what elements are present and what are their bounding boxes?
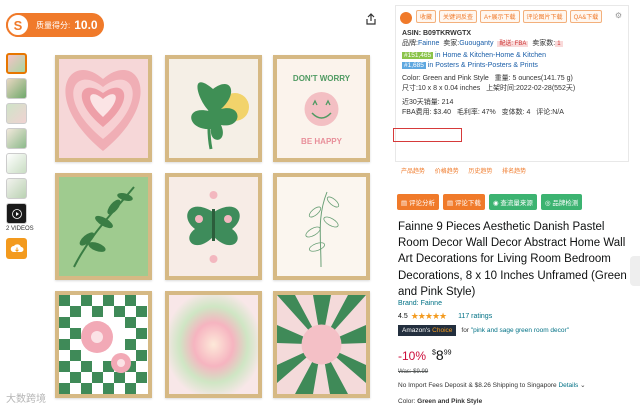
gear-icon[interactable]: ⚙ <box>615 11 622 20</box>
shipping-details-link[interactable]: Details <box>558 382 578 389</box>
thumbnail-1[interactable] <box>6 53 27 74</box>
fba-tag: 配送: FBA <box>497 41 529 47</box>
quality-score-badge[interactable]: S 质量得分: 10.0 <box>6 13 104 37</box>
brand-link[interactable]: Brand: Fainne <box>398 300 442 307</box>
poster-green-branch <box>55 173 152 280</box>
play-icon <box>11 208 22 219</box>
be-happy-text: BE HAPPY <box>301 137 343 146</box>
thumbnail-5[interactable] <box>6 153 27 174</box>
size-launch-line: 尺寸:10 x 8 x 0.04 inches 上架时间:2022-02-28(… <box>402 85 576 92</box>
price: $899 <box>432 347 452 363</box>
color-weight-line: Color: Green and Pink Style 重量: 5 ounces… <box>402 75 573 82</box>
product-title: Fainne 9 Pieces Aesthetic Danish Pastel … <box>398 221 627 298</box>
asin-line: ASIN: B09TKRWGTX <box>402 30 472 37</box>
color-selection: Color: Green and Pink Style <box>398 398 483 405</box>
poster-green-leaf <box>165 55 262 162</box>
quality-label: 质量得分: <box>36 20 71 30</box>
amazons-choice-row: Amazon's Choice for "pink and sage green… <box>398 325 569 336</box>
tool-button-row: 收藏 关键词反查 A+展示下载 评论图片下载 QA&下载 <box>396 6 628 27</box>
poster-line-botanical <box>273 173 370 280</box>
traffic-source-button[interactable]: ◉ 查流量来源 <box>488 194 537 210</box>
share-icon[interactable] <box>366 13 376 28</box>
review-analysis-button[interactable]: ▤ 评论分析 <box>397 194 439 210</box>
poster-dont-worry: DON'T WORRY BE HAPPY <box>273 55 370 162</box>
shipping-info: No Import Fees Deposit & $8.26 Shipping … <box>398 382 586 389</box>
product-page: S 质量得分: 10.0 2 VIDEOS DON'T WORRY BE HAP… <box>0 0 640 409</box>
thumbnail-strip: 2 VIDEOS <box>6 53 34 259</box>
trend-link-product[interactable]: 产品趋势 <box>401 169 425 175</box>
tool-info: ASIN: B09TKRWGTX 品牌:Fainne 卖家:Guouganty … <box>396 27 628 120</box>
review-download-button[interactable]: ▤ 评论下载 <box>442 194 485 210</box>
dont-worry-text: DON'T WORRY <box>293 74 351 83</box>
quality-score: 10.0 <box>74 18 98 32</box>
star-rating-icon[interactable]: ★★★★★ <box>411 311 447 322</box>
thumbnail-4[interactable] <box>6 128 27 149</box>
seller-link[interactable]: Guouganty <box>459 40 493 47</box>
thumbnail-3[interactable] <box>6 103 27 124</box>
poster-pink-heart <box>55 55 152 162</box>
chevron-down-icon[interactable]: ⌄ <box>580 382 585 389</box>
sellersprite-logo-icon: S <box>6 13 30 37</box>
tool-btn-favorite[interactable]: 收藏 <box>416 10 437 23</box>
video-thumbnail[interactable] <box>6 203 27 224</box>
tool-logo-icon <box>400 11 412 24</box>
scroll-handle[interactable] <box>630 256 640 286</box>
sales-highlight-box <box>393 128 462 142</box>
tool-btn-qa-download[interactable]: QA&下载 <box>569 10 603 23</box>
trend-link-rank[interactable]: 排名趋势 <box>502 169 526 175</box>
choice-query-link[interactable]: "pink and sage green room decor" <box>471 327 569 334</box>
trend-links: 产品趋势 价格趋势 历史趋势 排名趋势 <box>401 166 534 175</box>
rating-value: 4.5 <box>398 313 408 320</box>
rank-line-1: #151,465 in Home & Kitchen-Home & Kitche… <box>402 52 546 59</box>
price-row: -10% $899 <box>398 347 452 363</box>
thumbnail-6[interactable] <box>6 178 27 199</box>
was-price: Was: $9.99 <box>398 369 429 375</box>
fee-line: FBA费用: $3.40 毛利率: 47% 变体数: 4 评论:N/A <box>402 109 564 116</box>
tool-btn-review-images[interactable]: 评论图片下载 <box>522 10 567 23</box>
tool-btn-keyword-reverse[interactable]: 关键词反查 <box>439 10 478 23</box>
poster-checker-flowers <box>55 291 152 398</box>
watermark: 大数跨境 <box>6 394 46 405</box>
ratings-count-link[interactable]: 117 ratings <box>458 313 492 320</box>
poster-green-burst <box>273 291 370 398</box>
rank2-category-link[interactable]: in Posters & Prints-Posters & Prints <box>428 62 538 69</box>
cloud-download-icon[interactable] <box>6 238 27 259</box>
rank1-category-link[interactable]: in Home & Kitchen-Home & Kitchen <box>435 52 546 59</box>
trend-link-history[interactable]: 历史趋势 <box>468 169 492 175</box>
amazons-choice-badge: Amazon's Choice <box>398 325 457 336</box>
poster-butterfly <box>165 173 262 280</box>
tool-btn-aplus-download[interactable]: A+展示下载 <box>480 10 520 23</box>
brand-seller-line: 品牌:Fainne 卖家:Guouganty 配送: FBA 卖家数: 1 <box>402 40 563 47</box>
brand-check-button[interactable]: ◎ 品牌检测 <box>540 194 583 210</box>
videos-count-label: 2 VIDEOS <box>6 226 34 232</box>
brand-link[interactable]: Fainne <box>418 40 439 47</box>
poster-pink-gradient <box>165 291 262 398</box>
rank-line-2: #1,685 in Posters & Prints-Posters & Pri… <box>402 62 538 69</box>
sales-30-days: 近30天销量: 214 <box>402 99 454 106</box>
discount-percent: -10% <box>398 349 427 363</box>
main-product-image[interactable]: DON'T WORRY BE HAPPY <box>55 55 383 400</box>
thumbnail-2[interactable] <box>6 78 27 99</box>
rating-row: 4.5 ★★★★★ 117 ratings <box>398 311 492 322</box>
tool-action-buttons: ▤ 评论分析 ▤ 评论下载 ◉ 查流量来源 ◎ 品牌检测 <box>397 194 586 210</box>
trend-link-price[interactable]: 价格趋势 <box>435 169 459 175</box>
